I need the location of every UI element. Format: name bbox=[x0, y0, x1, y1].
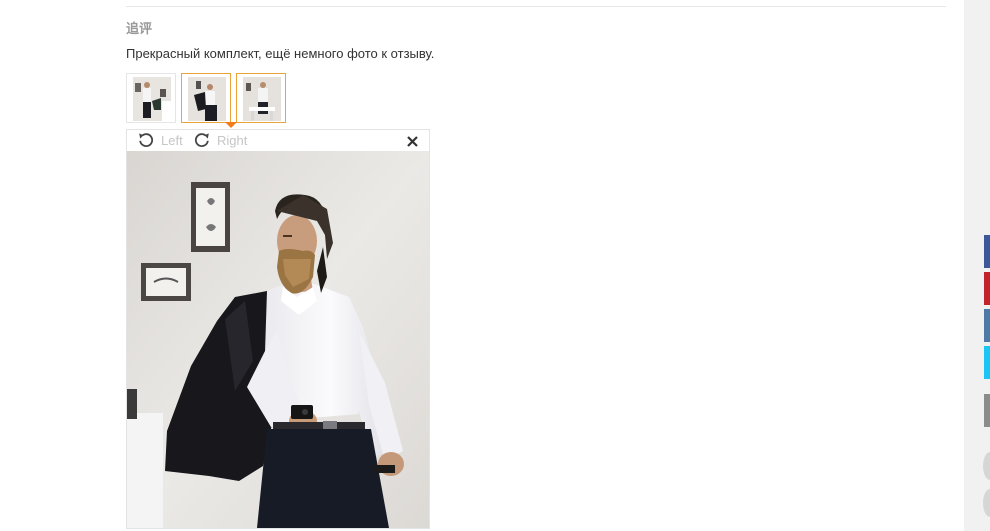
rotate-right-icon bbox=[194, 133, 209, 147]
share-facebook-button[interactable] bbox=[984, 235, 990, 268]
photo-thumbnail-2[interactable] bbox=[181, 73, 231, 123]
thumbnail-image bbox=[243, 77, 281, 121]
scroll-up-button[interactable] bbox=[983, 452, 990, 480]
enlarged-photo bbox=[127, 151, 429, 528]
thumbnail-image bbox=[188, 77, 226, 121]
share-twitter-button[interactable] bbox=[984, 346, 990, 379]
close-icon bbox=[406, 135, 418, 147]
photo-thumbnail-3[interactable] bbox=[236, 73, 286, 123]
viewer-toolbar: Left Right bbox=[127, 130, 429, 151]
rotate-left-button[interactable]: Left bbox=[137, 131, 183, 149]
share-more-button[interactable] bbox=[984, 394, 990, 427]
followup-review-title: 追评 bbox=[126, 21, 153, 36]
scroll-down-button[interactable] bbox=[983, 489, 990, 517]
photo-viewer: Left Right bbox=[126, 129, 430, 529]
share-pinterest-button[interactable] bbox=[984, 272, 990, 305]
thumbnail-image bbox=[133, 77, 171, 121]
close-viewer-button[interactable] bbox=[405, 132, 419, 150]
review-page: 追评 Прекрасный комплект, ещё немного фото… bbox=[0, 0, 990, 531]
review-text: Прекрасный комплект, ещё немного фото к … bbox=[126, 46, 435, 61]
rotate-left-label: Left bbox=[161, 132, 183, 148]
rotate-right-label: Right bbox=[217, 132, 248, 148]
selected-thumbnail-pointer bbox=[225, 122, 237, 128]
photo-thumbnail-1[interactable] bbox=[126, 73, 176, 123]
rotate-left-icon bbox=[139, 133, 154, 147]
rotate-right-button[interactable]: Right bbox=[193, 131, 247, 149]
divider bbox=[126, 6, 946, 7]
share-vk-button[interactable] bbox=[984, 309, 990, 342]
